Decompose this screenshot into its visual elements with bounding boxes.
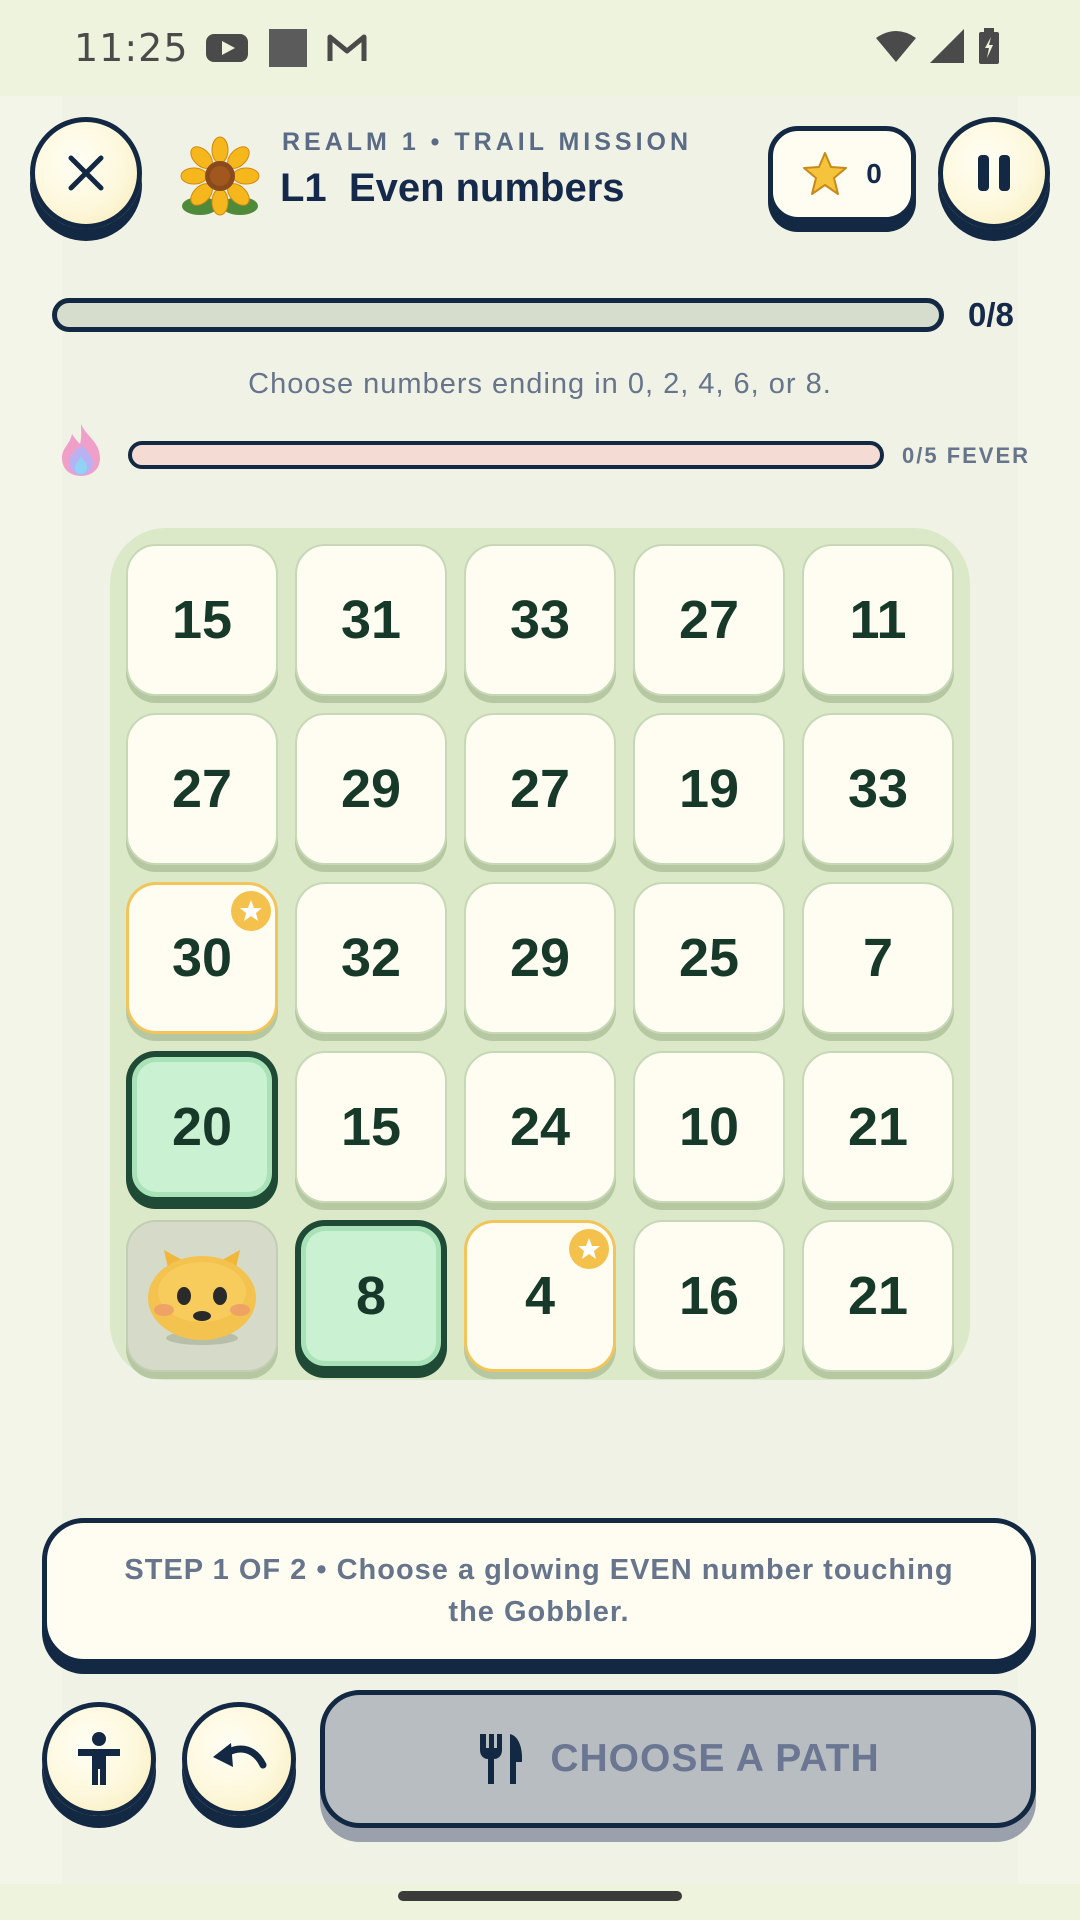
- fork-knife-icon: [480, 1734, 523, 1784]
- gobbler-icon: [148, 1250, 256, 1345]
- number-tile[interactable]: 15: [295, 1051, 447, 1203]
- number-tile[interactable]: 24: [464, 1051, 616, 1203]
- tile-number: 16: [678, 1266, 740, 1326]
- number-tile[interactable]: 20: [126, 1051, 278, 1203]
- close-button[interactable]: [30, 117, 142, 229]
- number-tile[interactable]: 32: [295, 882, 447, 1034]
- number-tile[interactable]: 29: [295, 713, 447, 865]
- choose-path-button[interactable]: CHOOSE A PATH: [320, 1690, 1036, 1828]
- tile-number: 30: [171, 928, 233, 988]
- tile-number: 24: [509, 1097, 571, 1157]
- number-tile[interactable]: 27: [464, 713, 616, 865]
- number-tile[interactable]: 33: [802, 713, 954, 865]
- number-tile[interactable]: 4: [464, 1220, 616, 1372]
- tile-number: 19: [678, 759, 740, 819]
- home-indicator[interactable]: [398, 1891, 682, 1901]
- tile-number: 21: [847, 1097, 909, 1157]
- accessibility-button[interactable]: [42, 1702, 156, 1816]
- wifi-icon: [876, 31, 916, 62]
- tile-number: 25: [678, 928, 740, 988]
- number-tile[interactable]: 27: [633, 544, 785, 696]
- choose-path-label: CHOOSE A PATH: [550, 1737, 880, 1780]
- tile-number: 20: [171, 1097, 233, 1157]
- number-tile[interactable]: 21: [802, 1220, 954, 1372]
- square-icon: [268, 29, 307, 67]
- tile-number: 27: [171, 759, 233, 819]
- gmail-icon: [327, 34, 367, 61]
- fire-icon: [62, 424, 100, 476]
- tile-number: 33: [509, 590, 571, 650]
- progress-bar: [52, 298, 944, 332]
- status-time: 11:25: [74, 26, 189, 70]
- tile-number: 27: [678, 590, 740, 650]
- number-tile[interactable]: 16: [633, 1220, 785, 1372]
- number-board: 15 31 33 27 11 27 29 27 19 33 30 32 29 25 7 20 15 24 10 21 8…: [110, 528, 970, 1380]
- tile-number: 4: [524, 1266, 556, 1326]
- tile-number: 8: [355, 1266, 387, 1326]
- tile-number: 27: [509, 759, 571, 819]
- tile-number: 29: [340, 759, 402, 819]
- number-tile[interactable]: 8: [295, 1220, 447, 1372]
- star-count: 0: [866, 158, 882, 189]
- hint-text: Choose numbers ending in 0, 2, 4, 6, or …: [248, 368, 832, 400]
- level-title: L1 Even numbers: [280, 166, 625, 210]
- number-tile[interactable]: 10: [633, 1051, 785, 1203]
- tile-number: 33: [847, 759, 909, 819]
- accessibility-icon: [78, 1732, 120, 1785]
- tile-number: 21: [847, 1266, 909, 1326]
- number-tile[interactable]: 30: [126, 882, 278, 1034]
- sunflower-icon: [180, 136, 260, 216]
- number-tile[interactable]: 27: [126, 713, 278, 865]
- number-tile[interactable]: 19: [633, 713, 785, 865]
- star-icon: [803, 152, 848, 195]
- gobbler-tile[interactable]: [126, 1220, 278, 1372]
- tile-number: 31: [340, 590, 402, 650]
- tile-number: 15: [340, 1097, 402, 1157]
- undo-icon: [213, 1743, 267, 1769]
- tile-number: 10: [678, 1097, 740, 1157]
- pause-button[interactable]: [938, 117, 1050, 229]
- star-badge-icon: [569, 1229, 609, 1269]
- progress-text: 0/8: [968, 296, 1014, 333]
- pause-icon: [978, 155, 1010, 191]
- navigation-bar: [0, 1884, 1080, 1920]
- number-tile[interactable]: 7: [802, 882, 954, 1034]
- status-bar: 11:25: [0, 0, 1080, 96]
- fever-text: 0/5 FEVER: [902, 443, 1031, 468]
- number-tile[interactable]: 11: [802, 544, 954, 696]
- star-badge-icon: [231, 891, 271, 931]
- number-tile[interactable]: 33: [464, 544, 616, 696]
- battery-icon: [979, 28, 999, 64]
- number-tile[interactable]: 29: [464, 882, 616, 1034]
- star-counter: 0: [768, 126, 916, 222]
- realm-label: REALM 1 • TRAIL MISSION: [282, 128, 693, 156]
- tile-number: 15: [171, 590, 233, 650]
- number-tile[interactable]: 21: [802, 1051, 954, 1203]
- tile-number: 32: [340, 928, 402, 988]
- tile-number: 29: [509, 928, 571, 988]
- number-tile[interactable]: 31: [295, 544, 447, 696]
- instruction-text: STEP 1 OF 2 • Choose a glowing EVEN numb…: [124, 1554, 954, 1628]
- tile-number: 11: [849, 590, 907, 650]
- youtube-icon: [205, 34, 248, 62]
- number-tile[interactable]: 25: [633, 882, 785, 1034]
- fever-meter: [128, 441, 884, 469]
- close-icon: [68, 155, 104, 191]
- tile-number: 7: [862, 928, 894, 988]
- signal-icon: [930, 29, 964, 63]
- undo-button[interactable]: [182, 1702, 296, 1816]
- instruction-panel: STEP 1 OF 2 • Choose a glowing EVEN numb…: [42, 1518, 1036, 1664]
- number-tile[interactable]: 15: [126, 544, 278, 696]
